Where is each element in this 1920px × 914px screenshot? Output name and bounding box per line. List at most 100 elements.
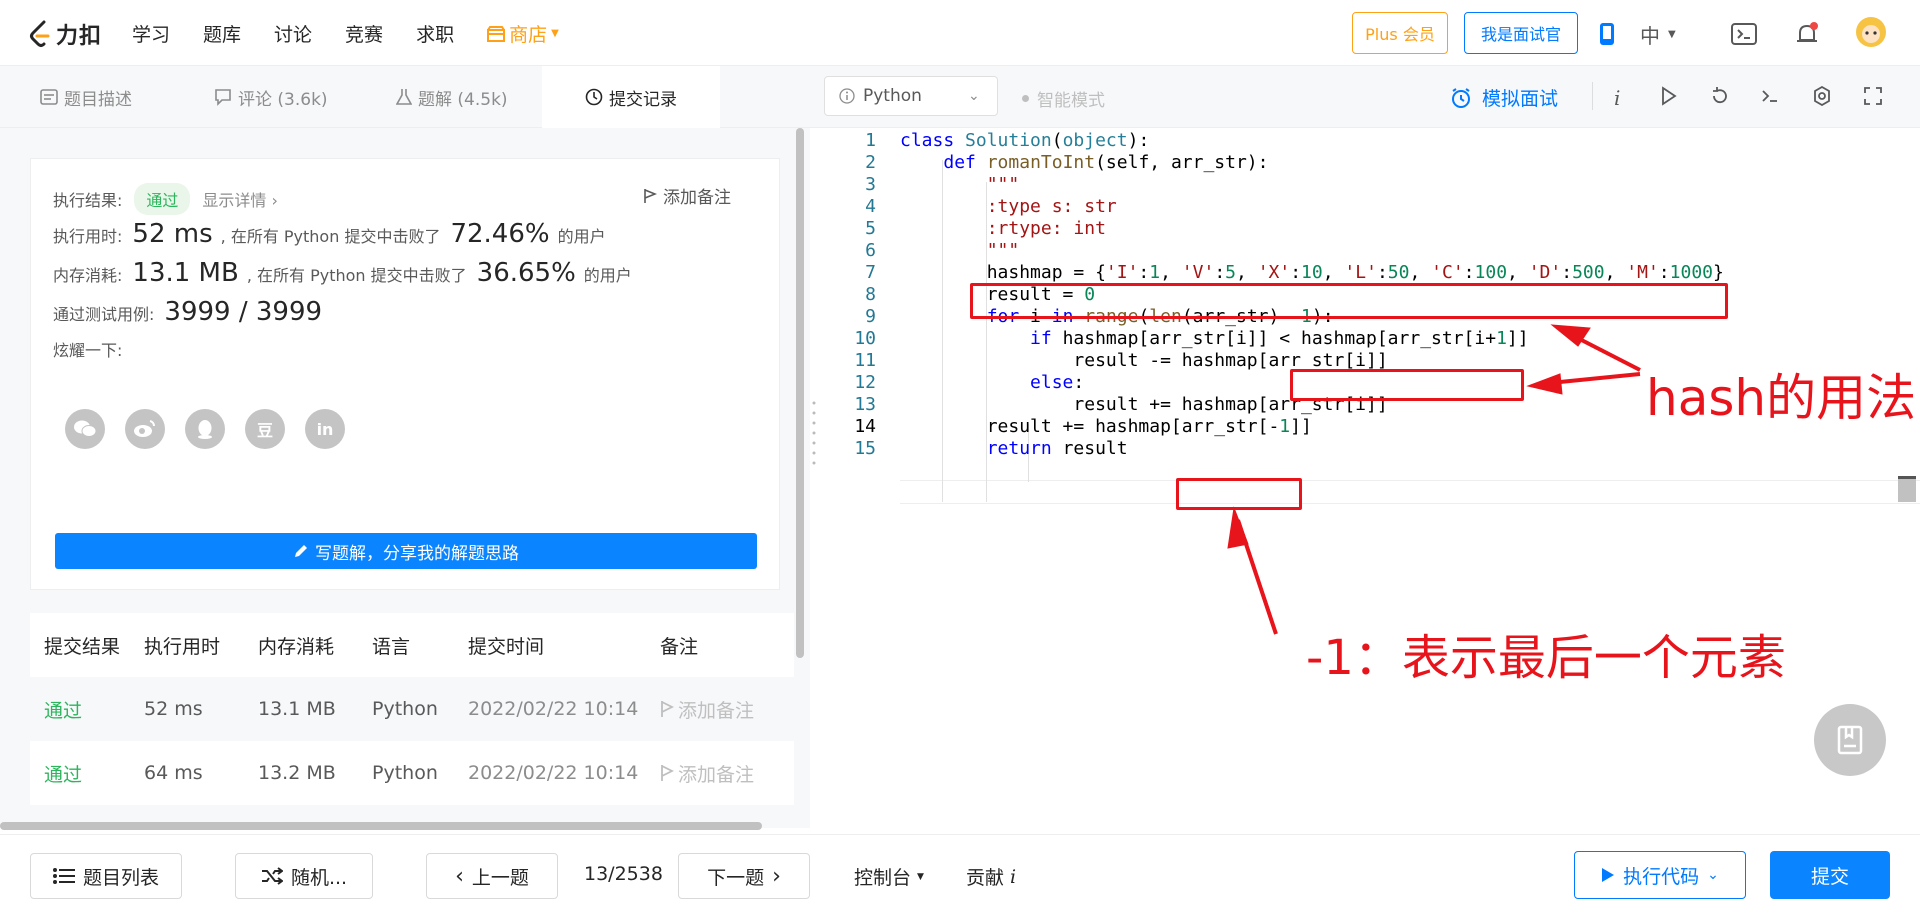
nav-shop-label: 商店 [509,24,548,46]
prev-problem-button[interactable]: ‹ 上一题 [426,853,558,899]
submission-memory: 13.1 MB [258,698,336,720]
chevron-down-icon: ⌄ [967,88,980,104]
add-note-button[interactable]: 添加备注 [643,183,731,208]
reset-icon[interactable] [1710,86,1730,111]
code-line: if hashmap[arr_str[i]] < hashmap[arr_str… [1030,328,1529,349]
mock-interview-button[interactable]: 模拟面试 [1450,84,1558,111]
table-row[interactable]: 通过 64 ms 13.2 MB Python 2022/02/22 10:14… [30,741,794,805]
problem-tabs: 题目描述 评论 (3.6k) 题解 (4.5k) 提交记录 [0,66,824,128]
code-line: return result [986,438,1128,459]
tab-submissions[interactable]: 提交记录 [542,66,720,128]
result-card: 执行结果: 通过 显示详情 › 添加备注 执行用时: 52 ms , 在所有 P… [30,158,780,590]
toolbar-divider [1592,82,1593,110]
debug-flag-icon[interactable] [1660,86,1678,111]
alarm-clock-icon [1452,87,1470,108]
line-number: 8 [865,284,876,305]
nav-jobs[interactable]: 求职 [416,20,454,47]
editor-toolbar: Python ⌄ 智能模式 模拟面试 i [824,66,1920,128]
console-label: 控制台 [854,867,912,889]
submit-button[interactable]: 提交 [1770,851,1890,899]
tab-solutions-label: 题解 (4.5k) [418,89,508,110]
panel-resize-handle[interactable] [812,400,816,470]
terminal-icon[interactable] [1760,86,1780,111]
nav-learn[interactable]: 学习 [132,20,170,47]
settings-icon[interactable] [1812,85,1832,111]
row-add-note[interactable]: 添加备注 [660,696,794,723]
submissions-table: 提交结果 执行用时 内存消耗 语言 提交时间 备注 通过 52 ms 13.1 … [30,613,794,805]
tab-description[interactable]: 题目描述 [40,66,132,128]
line-number: 7 [865,262,876,283]
code-line: class Solution(object): [900,130,1150,151]
plus-member-button[interactable]: Plus 会员 [1352,12,1448,54]
write-solution-button[interactable]: 写题解，分享我的解题思路 [55,533,757,569]
nav-problemset[interactable]: 题库 [203,20,241,47]
submission-language: Python [372,698,438,720]
douban-icon[interactable]: 豆 [245,409,285,449]
line-number: 14 [854,416,876,437]
line-number: 10 [854,328,876,349]
share-label: 炫耀一下: [53,341,123,360]
document-icon [40,89,58,105]
run-code-button[interactable]: 执行代码 ⌄ [1574,851,1746,899]
logo[interactable]: 力扣 [28,18,102,50]
code-line: hashmap = {'I':1, 'V':5, 'X':10, 'L':50,… [900,262,1724,283]
language-select[interactable]: Python ⌄ [824,76,998,116]
submission-time: 2022/02/22 10:14 [468,762,639,784]
highlight-box-last-index [1176,478,1302,510]
next-problem-button[interactable]: 下一题 › [678,853,810,899]
notes-floating-button[interactable] [1814,704,1886,776]
wechat-icon[interactable] [65,409,105,449]
line-number: 1 [865,130,876,151]
line-number: 9 [865,306,876,327]
play-icon [1602,868,1615,882]
highlight-box-lookup [1290,369,1524,401]
nav-contest[interactable]: 竞赛 [345,20,383,47]
editor-scrollbar-thumb[interactable] [1898,476,1916,502]
nav-discuss[interactable]: 讨论 [274,20,312,47]
column-header: 内存消耗 [258,635,335,658]
column-header: 提交时间 [468,635,545,658]
memory-label: 内存消耗: [53,266,123,285]
qq-icon[interactable] [185,409,225,449]
console-toggle[interactable]: 控制台 ▼ [854,863,924,890]
caret-down-icon: ▼ [551,28,559,39]
left-horizontal-scrollbar[interactable] [0,822,762,830]
runtime-users-suffix: 的用户 [557,227,606,246]
runtime-value: 52 ms [132,219,213,249]
nav-shop[interactable]: 商店 ▼ [487,20,559,47]
notification-bell-icon[interactable] [1794,22,1820,52]
code-line: else: [1030,372,1085,393]
code-line: """ [986,174,1020,195]
left-vertical-scrollbar[interactable] [796,128,804,658]
linkedin-icon[interactable]: in [305,409,345,449]
submission-status[interactable]: 通过 [30,760,144,787]
language-switch[interactable]: 中 ▼ [1640,20,1676,49]
random-problem-label: 随机... [290,866,348,889]
contribute-button[interactable]: 贡献 i [966,863,1016,890]
current-line-highlight [900,480,1920,504]
submission-status[interactable]: 通过 [30,696,144,723]
tab-comments[interactable]: 评论 (3.6k) [214,66,328,128]
playground-icon[interactable] [1730,22,1758,50]
interviewer-button[interactable]: 我是面试官 [1464,12,1578,54]
clock-icon [585,88,603,106]
problem-list-button[interactable]: 题目列表 [30,853,182,899]
smart-mode-toggle[interactable]: 智能模式 [1022,86,1105,111]
code-editor[interactable]: 1 2 3 4 5 6 7 8 9 10 11 12 13 14 15 clas… [826,128,1920,834]
tab-solutions[interactable]: 题解 (4.5k) [396,66,508,128]
row-add-note[interactable]: 添加备注 [660,760,794,787]
random-problem-button[interactable]: 随机... [235,853,373,899]
fullscreen-icon[interactable] [1864,86,1882,110]
mobile-icon[interactable] [1598,22,1616,50]
info-icon[interactable]: i [1614,86,1620,110]
row-add-note-label: 添加备注 [678,763,755,786]
show-details-link[interactable]: 显示详情 › [202,187,278,211]
next-problem-label: 下一题 [707,866,765,889]
table-row[interactable]: 通过 52 ms 13.1 MB Python 2022/02/22 10:14… [30,677,794,741]
line-number: 5 [865,218,876,239]
user-avatar[interactable] [1855,16,1887,52]
row-add-note-label: 添加备注 [678,699,755,722]
runtime-label: 执行用时: [53,227,123,246]
weibo-icon[interactable] [125,409,165,449]
chevron-left-icon: ‹ [455,863,464,889]
